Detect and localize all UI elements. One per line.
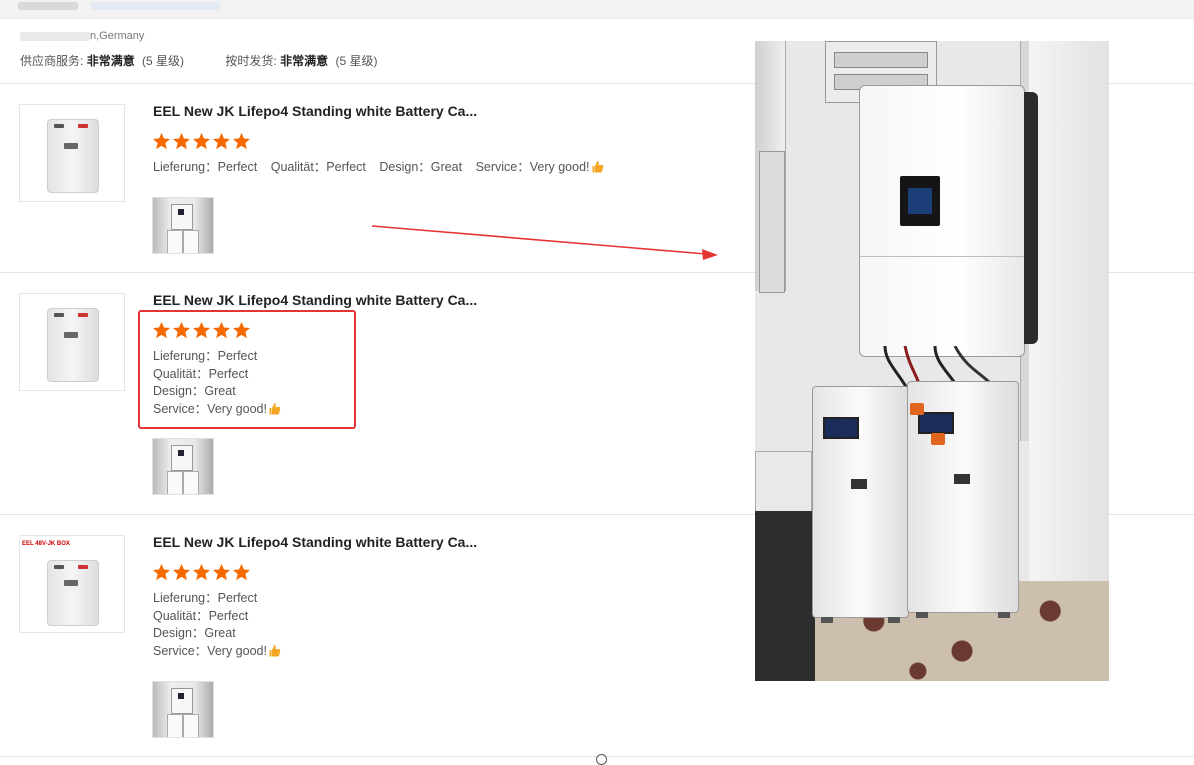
photo-inverter — [859, 85, 1038, 357]
photo-battery-left — [812, 386, 909, 623]
photo-cabinet — [755, 41, 786, 293]
inverter-and-two-battery-cabinets-photo[interactable] — [755, 41, 1109, 681]
photo-battery-right — [907, 381, 1019, 618]
